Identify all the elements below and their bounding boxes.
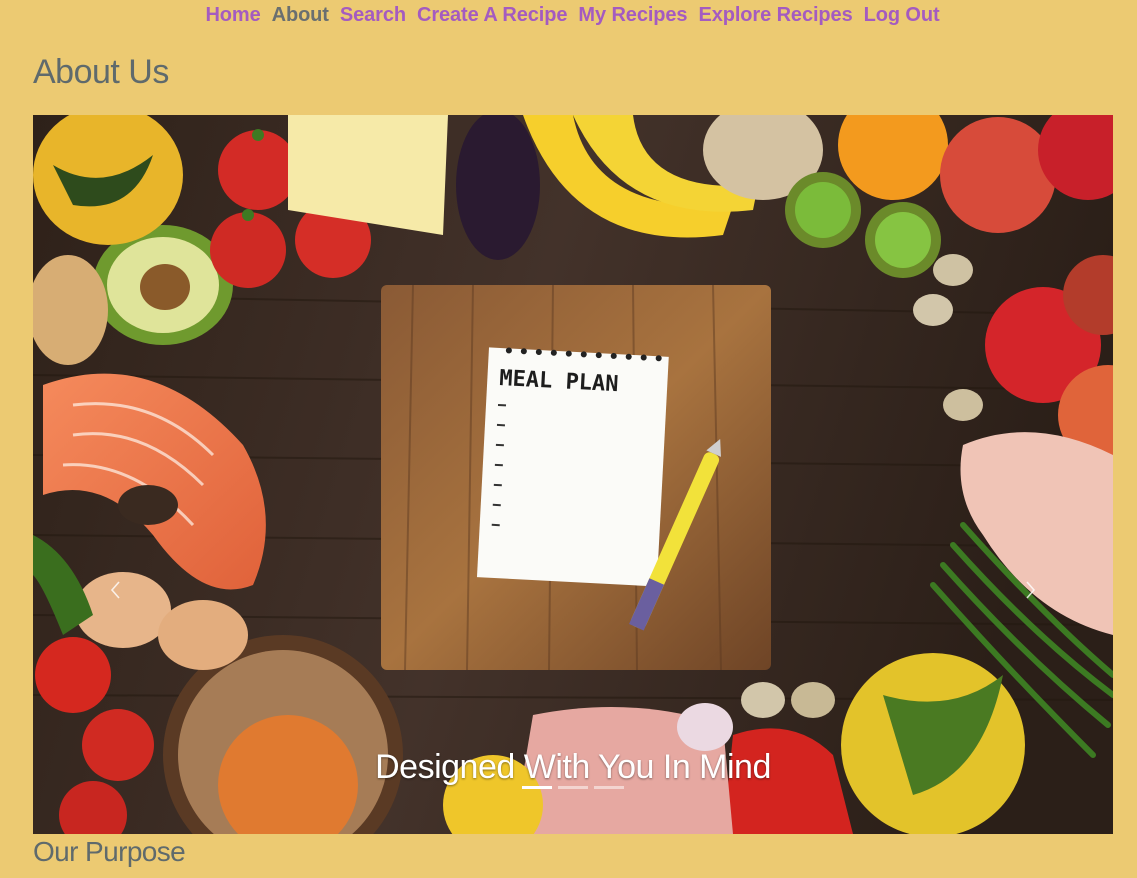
carousel-indicator-1[interactable] bbox=[522, 786, 552, 789]
section-title-our-purpose: Our Purpose bbox=[33, 836, 186, 867]
nav-explore-recipes-link[interactable]: Explore Recipes bbox=[698, 4, 852, 27]
page-title: About Us bbox=[33, 53, 169, 91]
chevron-left-icon bbox=[110, 581, 120, 599]
carousel-indicator-3[interactable] bbox=[594, 786, 624, 789]
top-nav: Home About Search Create A Recipe My Rec… bbox=[0, 0, 1137, 30]
nav-my-recipes-link[interactable]: My Recipes bbox=[578, 4, 687, 27]
carousel-next-button[interactable] bbox=[1021, 570, 1041, 610]
nav-about-link[interactable]: About bbox=[272, 4, 329, 27]
nav-search-link[interactable]: Search bbox=[340, 4, 406, 27]
nav-home-link[interactable]: Home bbox=[205, 4, 260, 27]
carousel-prev-button[interactable] bbox=[105, 570, 125, 610]
carousel-indicator-2[interactable] bbox=[558, 786, 588, 789]
nav-create-recipe-link[interactable]: Create A Recipe bbox=[417, 4, 568, 27]
nav-logout-link[interactable]: Log Out bbox=[864, 4, 940, 27]
chevron-right-icon bbox=[1026, 581, 1036, 599]
carousel-indicators bbox=[522, 786, 624, 789]
carousel-slide-image: MEAL PLAN bbox=[33, 115, 1113, 834]
image-carousel: MEAL PLAN Designed With You In Mind bbox=[33, 115, 1113, 834]
carousel-caption: Designed With You In Mind bbox=[375, 748, 771, 786]
